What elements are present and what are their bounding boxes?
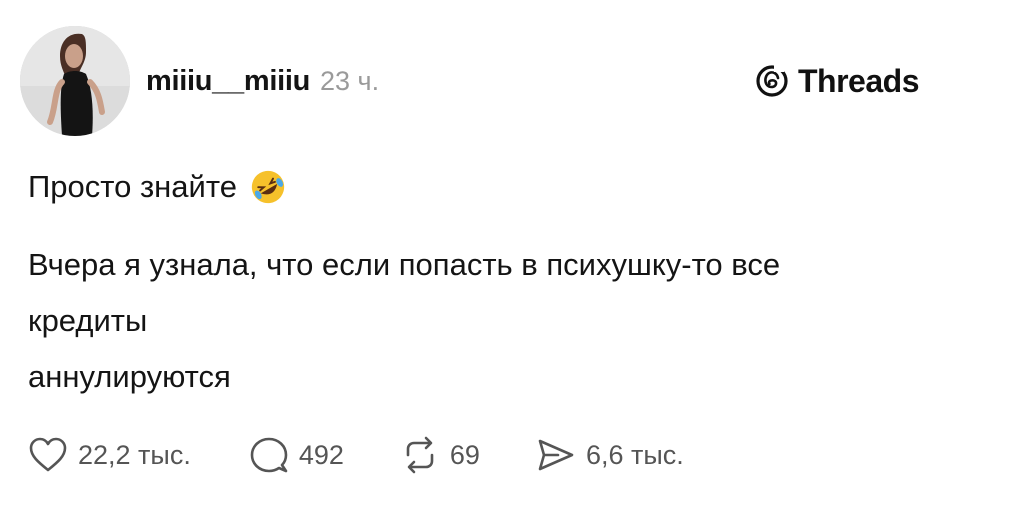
avatar[interactable] [20, 26, 130, 136]
comment-icon [250, 437, 288, 473]
send-icon [538, 439, 574, 471]
post-text-line-3: кредиты [28, 303, 148, 338]
threads-post: miiiu__miiiu 23 ч. Threads Просто знайте… [0, 0, 1024, 505]
share-count: 6,6 тыс. [585, 439, 684, 470]
like-button[interactable]: 22,2 тыс. [28, 436, 191, 474]
post-text-intro: Просто знайте [28, 169, 237, 205]
rolling-on-floor-laughing-emoji [251, 170, 285, 204]
post-actions: 22,2 тыс. 492 69 6,6 тыс. [28, 432, 684, 478]
reply-button[interactable]: 492 [249, 435, 344, 475]
post-text-line-1: Просто знайте [28, 168, 287, 206]
username[interactable]: miiiu__miiiu [146, 65, 310, 98]
post-text-line-4: аннулируются [28, 359, 231, 394]
threads-logo-icon [756, 65, 788, 97]
post-time: 23 ч. [320, 65, 380, 96]
share-button[interactable]: 6,6 тыс. [536, 436, 684, 474]
post-text-line-2: Вчера я узнала, что если попасть в психу… [28, 247, 781, 282]
post-header: miiiu__miiiu 23 ч. [146, 56, 379, 106]
threads-brand: Threads [754, 56, 919, 106]
brand-label: Threads [798, 62, 919, 99]
repost-count: 69 [449, 439, 480, 470]
repost-icon [406, 436, 434, 474]
reply-count: 492 [298, 439, 344, 470]
like-count: 22,2 тыс. [78, 439, 191, 470]
repost-button[interactable]: 69 [400, 435, 480, 475]
heart-icon [29, 437, 67, 472]
avatar-photo [20, 26, 130, 136]
